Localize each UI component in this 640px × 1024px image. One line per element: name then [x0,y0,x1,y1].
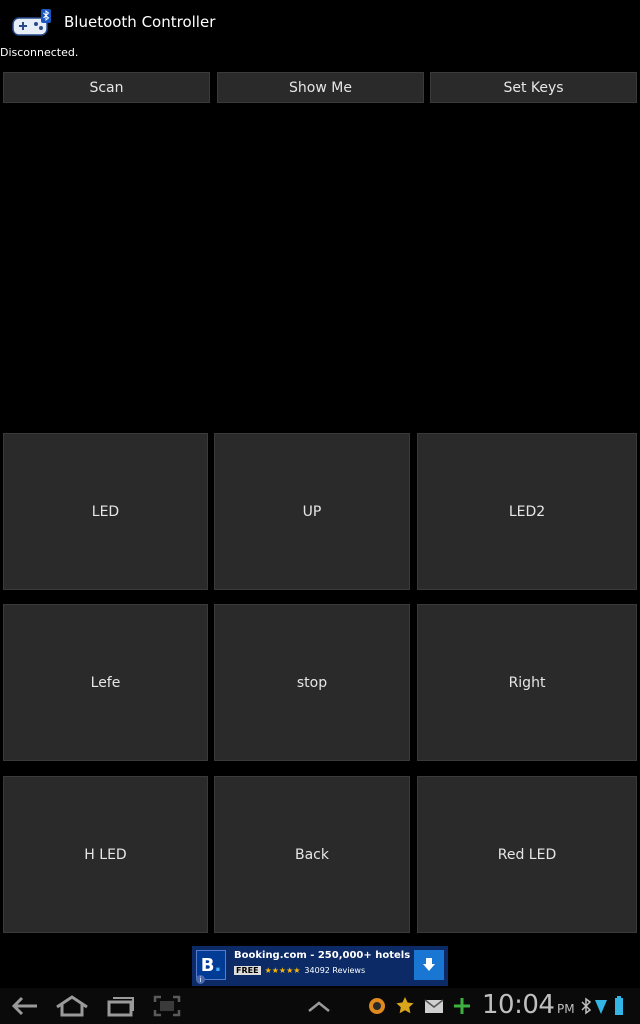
set-keys-button[interactable]: Set Keys [430,72,637,103]
download-icon[interactable] [414,950,444,980]
review-count: 34092 Reviews [304,966,366,975]
booking-logo-letter: B [200,954,215,976]
show-me-button[interactable]: Show Me [217,72,424,103]
right-button[interactable]: Right [417,604,637,761]
clock-ampm: PM [557,1002,575,1016]
app-title: Bluetooth Controller [64,13,216,31]
screen: Bluetooth Controller Disconnected. Scan … [0,0,640,1024]
h-led-button[interactable]: H LED [3,776,208,933]
wifi-icon [595,1000,607,1014]
connection-status: Disconnected. [0,46,79,59]
ad-info-icon[interactable]: i [196,975,205,984]
led-button[interactable]: LED [3,433,208,590]
expand-icon[interactable] [306,994,332,1018]
back-icon[interactable] [10,994,40,1018]
system-navigation-bar: 10:04 PM [0,988,640,1024]
screenshot-icon[interactable] [152,994,182,1018]
title-bar: Bluetooth Controller [0,0,640,44]
left-button[interactable]: Lefe [3,604,208,761]
browser-icon[interactable] [366,994,388,1018]
up-button[interactable]: UP [214,433,410,590]
recent-apps-icon[interactable] [106,994,136,1018]
clock-time: 10:04 [482,990,555,1020]
scan-button[interactable]: Scan [3,72,210,103]
red-led-button[interactable]: Red LED [417,776,637,933]
ad-title: Booking.com - 250,000+ hotels [234,950,411,961]
plus-icon[interactable] [452,994,472,1018]
ad-subtitle: FREE ★★★★★ 34092 Reviews [234,966,365,975]
mail-icon[interactable] [423,994,445,1018]
free-badge: FREE [234,966,261,975]
back-button[interactable]: Back [214,776,410,933]
bluetooth-icon [581,997,592,1015]
stop-button[interactable]: stop [214,604,410,761]
ad-banner[interactable]: B. Booking.com - 250,000+ hotels FREE ★★… [192,946,448,986]
led2-button[interactable]: LED2 [417,433,637,590]
gamepad-bluetooth-icon [12,9,51,36]
battery-icon [615,996,623,1015]
home-icon[interactable] [54,994,90,1018]
star-icon[interactable] [394,994,416,1018]
rating-stars: ★★★★★ [264,966,301,975]
